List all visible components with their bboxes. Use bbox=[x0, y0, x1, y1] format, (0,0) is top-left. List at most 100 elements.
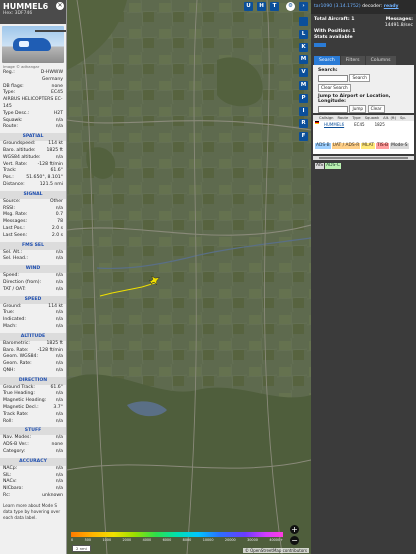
section-title[interactable]: FMS SEL bbox=[0, 241, 66, 250]
column-header[interactable]: Sp. bbox=[400, 115, 406, 121]
info-value: Other bbox=[49, 198, 63, 204]
section-title[interactable]: ACCURACY bbox=[0, 457, 66, 466]
info-row: Reg.: D-HWWW bbox=[0, 70, 66, 77]
search-input[interactable] bbox=[318, 74, 348, 82]
map-side-button[interactable]: M bbox=[299, 55, 308, 65]
map-canvas[interactable] bbox=[67, 0, 311, 554]
info-row: TAT / OAT: n/a bbox=[0, 287, 66, 294]
info-value: n/a bbox=[55, 418, 63, 424]
clear-search-button[interactable]: Clear Search bbox=[318, 84, 351, 92]
info-key: Direction (from): bbox=[3, 279, 42, 285]
info-value: n/a bbox=[55, 256, 63, 262]
ident-list: Reg.: D-HWWW Germany DB flags: none Type: EC45… bbox=[0, 70, 66, 131]
toggle-t-button[interactable]: T bbox=[270, 2, 279, 11]
panel-tabs: Search Filters Columns bbox=[311, 56, 416, 65]
info-value: n/a bbox=[55, 286, 63, 292]
cell-type: EC45 bbox=[354, 122, 365, 127]
info-footer: Learn more about Mode S data type by hov… bbox=[3, 502, 61, 520]
tab-search[interactable]: Search bbox=[314, 56, 340, 65]
jump-button[interactable]: Jump bbox=[349, 105, 367, 113]
aircraft-photo[interactable] bbox=[2, 26, 66, 63]
stats-available: Stats available bbox=[314, 35, 353, 40]
info-row: Baro. altitude: 1825 ft bbox=[0, 148, 66, 155]
info-value: n/a bbox=[55, 154, 63, 160]
info-key: Pos.: bbox=[3, 175, 14, 181]
info-key: Mach: bbox=[3, 323, 17, 329]
map-side-button[interactable]: F bbox=[299, 132, 308, 142]
close-icon[interactable]: ✕ bbox=[56, 2, 64, 10]
info-row: Last Seen: 2.0 s bbox=[0, 233, 66, 240]
info-value: n/a bbox=[55, 317, 63, 323]
info-row: Roll: n/a bbox=[0, 419, 66, 426]
info-key: Source: bbox=[3, 198, 21, 204]
zoom-in-button[interactable]: + bbox=[290, 525, 299, 534]
section-title[interactable]: SPEED bbox=[0, 295, 66, 304]
info-value: 121.5 nmi bbox=[39, 181, 63, 187]
info-row: Groundspeed: 114 kt bbox=[0, 141, 66, 148]
stats-bar bbox=[314, 43, 326, 47]
info-value: n/a bbox=[55, 323, 63, 329]
info-value: 78 bbox=[57, 219, 63, 225]
map-side-button[interactable] bbox=[299, 17, 308, 26]
with-position: With Position: 1 bbox=[314, 29, 356, 34]
info-row: QNH: n/a bbox=[0, 368, 66, 375]
map-side-button[interactable]: P bbox=[299, 93, 308, 103]
column-header[interactable]: Alt. (ft) bbox=[383, 115, 396, 121]
info-value: 2.0 s bbox=[51, 232, 63, 238]
info-value: D-HWWW bbox=[40, 70, 63, 75]
section-title[interactable]: ALTITUDE bbox=[0, 332, 66, 341]
info-key: Last Seen: bbox=[3, 232, 28, 238]
info-key: AIRBUS HELICOPTERS EC-145 bbox=[3, 97, 63, 109]
table-scrollbar[interactable] bbox=[313, 156, 414, 160]
section-title[interactable]: DIRECTION bbox=[0, 376, 66, 385]
info-value: 114 kt bbox=[48, 141, 63, 147]
aircraft-header: HUMMEL6 Hex: 3DF746 ✕ bbox=[0, 0, 66, 24]
info-row: Mach: n/a bbox=[0, 324, 66, 331]
info-row: Track Rate: n/a bbox=[0, 412, 66, 419]
info-row: Indicated: n/a bbox=[0, 317, 66, 324]
version-link[interactable]: tar1090 (3.14.1752) bbox=[314, 4, 361, 9]
map-attribution[interactable]: © OpenStreetMap contributors bbox=[242, 548, 309, 553]
search-button[interactable]: Search bbox=[349, 74, 370, 82]
info-key: Distance: bbox=[3, 181, 25, 187]
info-key: Messages: bbox=[3, 219, 28, 225]
source-legend: ADS-B UAT / ADS-R MLAT TIS-B Mode-S AIS ADS-C bbox=[313, 128, 414, 169]
info-value: 51.650°, 8.101° bbox=[26, 175, 63, 181]
stats-block: Total Aircraft: 1 Messages: 14491.8/sec … bbox=[311, 14, 416, 50]
info-key: Sel. Head.: bbox=[3, 256, 28, 262]
info-row: Messages: 78 bbox=[0, 219, 66, 226]
info-value: 2.0 s bbox=[51, 225, 63, 231]
tab-columns[interactable]: Columns bbox=[365, 56, 396, 65]
section-title[interactable]: SIGNAL bbox=[0, 190, 66, 199]
map-view[interactable]: U H T ⚙ › LKMVMPIRF + − 0 500 1000 2000 4000… bbox=[67, 0, 311, 554]
info-value: n/a bbox=[55, 411, 63, 417]
jump-input[interactable] bbox=[318, 105, 348, 113]
info-key: Category: bbox=[3, 449, 26, 455]
map-side-button[interactable]: L bbox=[299, 29, 308, 39]
tab-filters[interactable]: Filters bbox=[340, 56, 365, 65]
clear-button[interactable]: Clear bbox=[367, 105, 385, 113]
altitude-tick: 6000 bbox=[162, 538, 172, 542]
section-title[interactable]: WIND bbox=[0, 265, 66, 274]
toggle-u-button[interactable]: U bbox=[244, 2, 253, 11]
section-title[interactable]: SPATIAL bbox=[0, 133, 66, 142]
search-label: Search: bbox=[318, 68, 338, 73]
map-side-button[interactable]: K bbox=[299, 42, 308, 52]
ready-link[interactable]: ready bbox=[384, 4, 399, 9]
toggle-h-button[interactable]: H bbox=[257, 2, 266, 11]
zoom-out-button[interactable]: − bbox=[290, 536, 299, 545]
map-side-button[interactable]: I bbox=[299, 106, 308, 116]
altitude-tick: 8000 bbox=[182, 538, 192, 542]
map-side-button[interactable]: V bbox=[299, 68, 308, 78]
map-side-button[interactable]: M bbox=[299, 81, 308, 90]
table-row[interactable]: HUMMEL6 EC45 1825 bbox=[313, 121, 414, 128]
altitude-tick: 40000+ bbox=[269, 538, 283, 542]
jump-label: Jump to Airport or Location, Longitude: bbox=[318, 94, 391, 104]
info-value: unknown bbox=[42, 493, 63, 499]
info-row: Germany bbox=[0, 77, 66, 84]
app-root: HUMMEL6 Hex: 3DF746 ✕ Image © adhangar R… bbox=[0, 0, 416, 554]
map-side-button[interactable]: R bbox=[299, 119, 308, 129]
settings-icon[interactable]: ⚙ bbox=[286, 2, 295, 11]
collapse-sidebar-icon[interactable]: › bbox=[299, 2, 308, 11]
version-bar: tar1090 (3.14.1752) decoder: ready bbox=[311, 0, 416, 14]
